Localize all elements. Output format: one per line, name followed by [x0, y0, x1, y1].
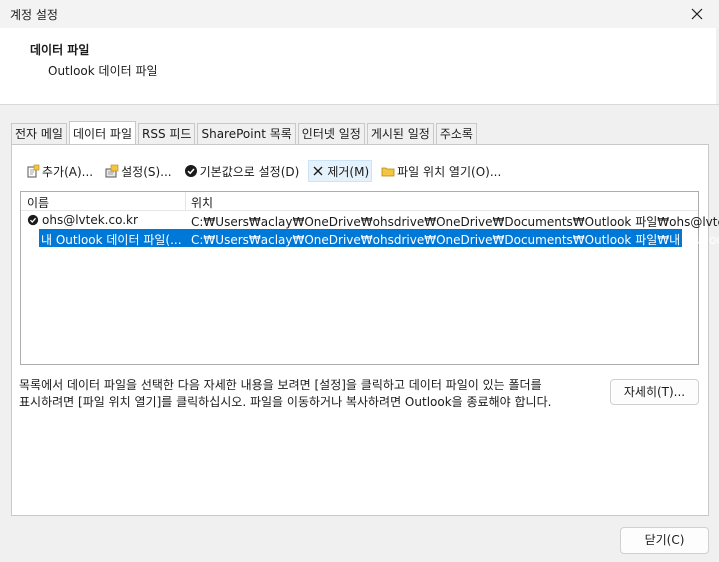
open-file-location-label: 파일 위치 열기(O)... — [397, 164, 502, 179]
data-file-list[interactable]: 이름 위치 ohs@lvtek.co.kr C:₩Users₩aclay₩One… — [20, 191, 719, 365]
tab-rss-feeds[interactable]: RSS 피드 — [138, 123, 196, 144]
row-name: ohs@lvtek.co.kr — [42, 213, 138, 227]
checkmark-icon — [184, 165, 197, 177]
list-header: 이름 위치 — [21, 192, 698, 211]
default-checkmark-icon — [27, 214, 39, 226]
row-name: 내 Outlook 데이터 파일(... — [41, 233, 182, 247]
remove-x-icon — [313, 166, 323, 176]
window-title: 계정 설정 — [10, 8, 58, 22]
settings-button-label: 설정(S)... — [121, 164, 172, 179]
set-default-button-label: 기본값으로 설정(D) — [199, 164, 300, 179]
tab-internet-calendars[interactable]: 인터넷 일정 — [297, 123, 365, 144]
row-name-cell: ohs@lvtek.co.kr — [27, 213, 138, 227]
remove-button-label: 제거(M) — [327, 164, 370, 179]
tab-strip: 전자 메일 데이터 파일 RSS 피드 SharePoint 목록 인터넷 일정… — [11, 121, 479, 145]
settings-icon — [105, 164, 119, 178]
set-default-button[interactable]: 기본값으로 설정(D) — [181, 160, 303, 182]
description-text: 목록에서 데이터 파일을 선택한 다음 자세한 내용을 보려면 [설정]을 클릭… — [19, 377, 599, 411]
add-button[interactable]: 추가(A)... — [23, 160, 96, 182]
details-button[interactable]: 자세히(T)... — [610, 379, 699, 405]
close-button[interactable]: 닫기(C) — [620, 527, 709, 554]
tab-address-books[interactable]: 주소록 — [435, 123, 477, 144]
add-file-icon — [27, 164, 40, 178]
open-file-location-button[interactable]: 파일 위치 열기(O)... — [378, 160, 504, 182]
remove-button[interactable]: 제거(M) — [308, 160, 373, 182]
tab-email[interactable]: 전자 메일 — [11, 123, 67, 144]
title-bar: 계정 설정 — [0, 0, 719, 28]
row-location: C:₩Users₩aclay₩OneDrive₩ohsdrive₩OneDriv… — [191, 233, 719, 247]
list-row-default[interactable]: ohs@lvtek.co.kr C:₩Users₩aclay₩OneDrive₩… — [21, 211, 719, 229]
header-title: 데이터 파일 — [30, 43, 90, 57]
data-files-panel: 추가(A)... 설정(S)... 기본값으로 설정(D) 제거(M) 파일 위… — [11, 144, 719, 516]
list-row-selected[interactable]: 내 Outlook 데이터 파일(... C:₩Users₩aclay₩OneD… — [21, 229, 719, 247]
add-button-label: 추가(A)... — [42, 164, 94, 179]
description-line-2: 표시하려면 [파일 위치 열기]를 클릭하십시오. 파일을 이동하거나 복사하려… — [19, 395, 552, 409]
header-subtitle: Outlook 데이터 파일 — [48, 64, 158, 78]
column-header-name[interactable]: 이름 — [27, 194, 49, 211]
description-line-1: 목록에서 데이터 파일을 선택한 다음 자세한 내용을 보려면 [설정]을 클릭… — [19, 378, 542, 392]
tab-published-calendars[interactable]: 게시된 일정 — [366, 123, 434, 144]
close-icon — [691, 8, 703, 20]
toolbar: 추가(A)... 설정(S)... 기본값으로 설정(D) 제거(M) 파일 위… — [23, 160, 510, 182]
tab-sharepoint-lists[interactable]: SharePoint 목록 — [197, 123, 296, 144]
row-location: C:₩Users₩aclay₩OneDrive₩ohsdrive₩OneDriv… — [191, 215, 719, 229]
dialog-header: 데이터 파일 Outlook 데이터 파일 — [0, 28, 719, 105]
column-header-location[interactable]: 위치 — [191, 194, 213, 211]
folder-icon — [381, 167, 395, 177]
window-close-button[interactable] — [675, 0, 719, 28]
dialog-body: 전자 메일 데이터 파일 RSS 피드 SharePoint 목록 인터넷 일정… — [0, 105, 719, 562]
settings-button[interactable]: 설정(S)... — [102, 160, 175, 182]
column-divider[interactable] — [185, 192, 186, 210]
tab-data-files[interactable]: 데이터 파일 — [68, 121, 136, 144]
